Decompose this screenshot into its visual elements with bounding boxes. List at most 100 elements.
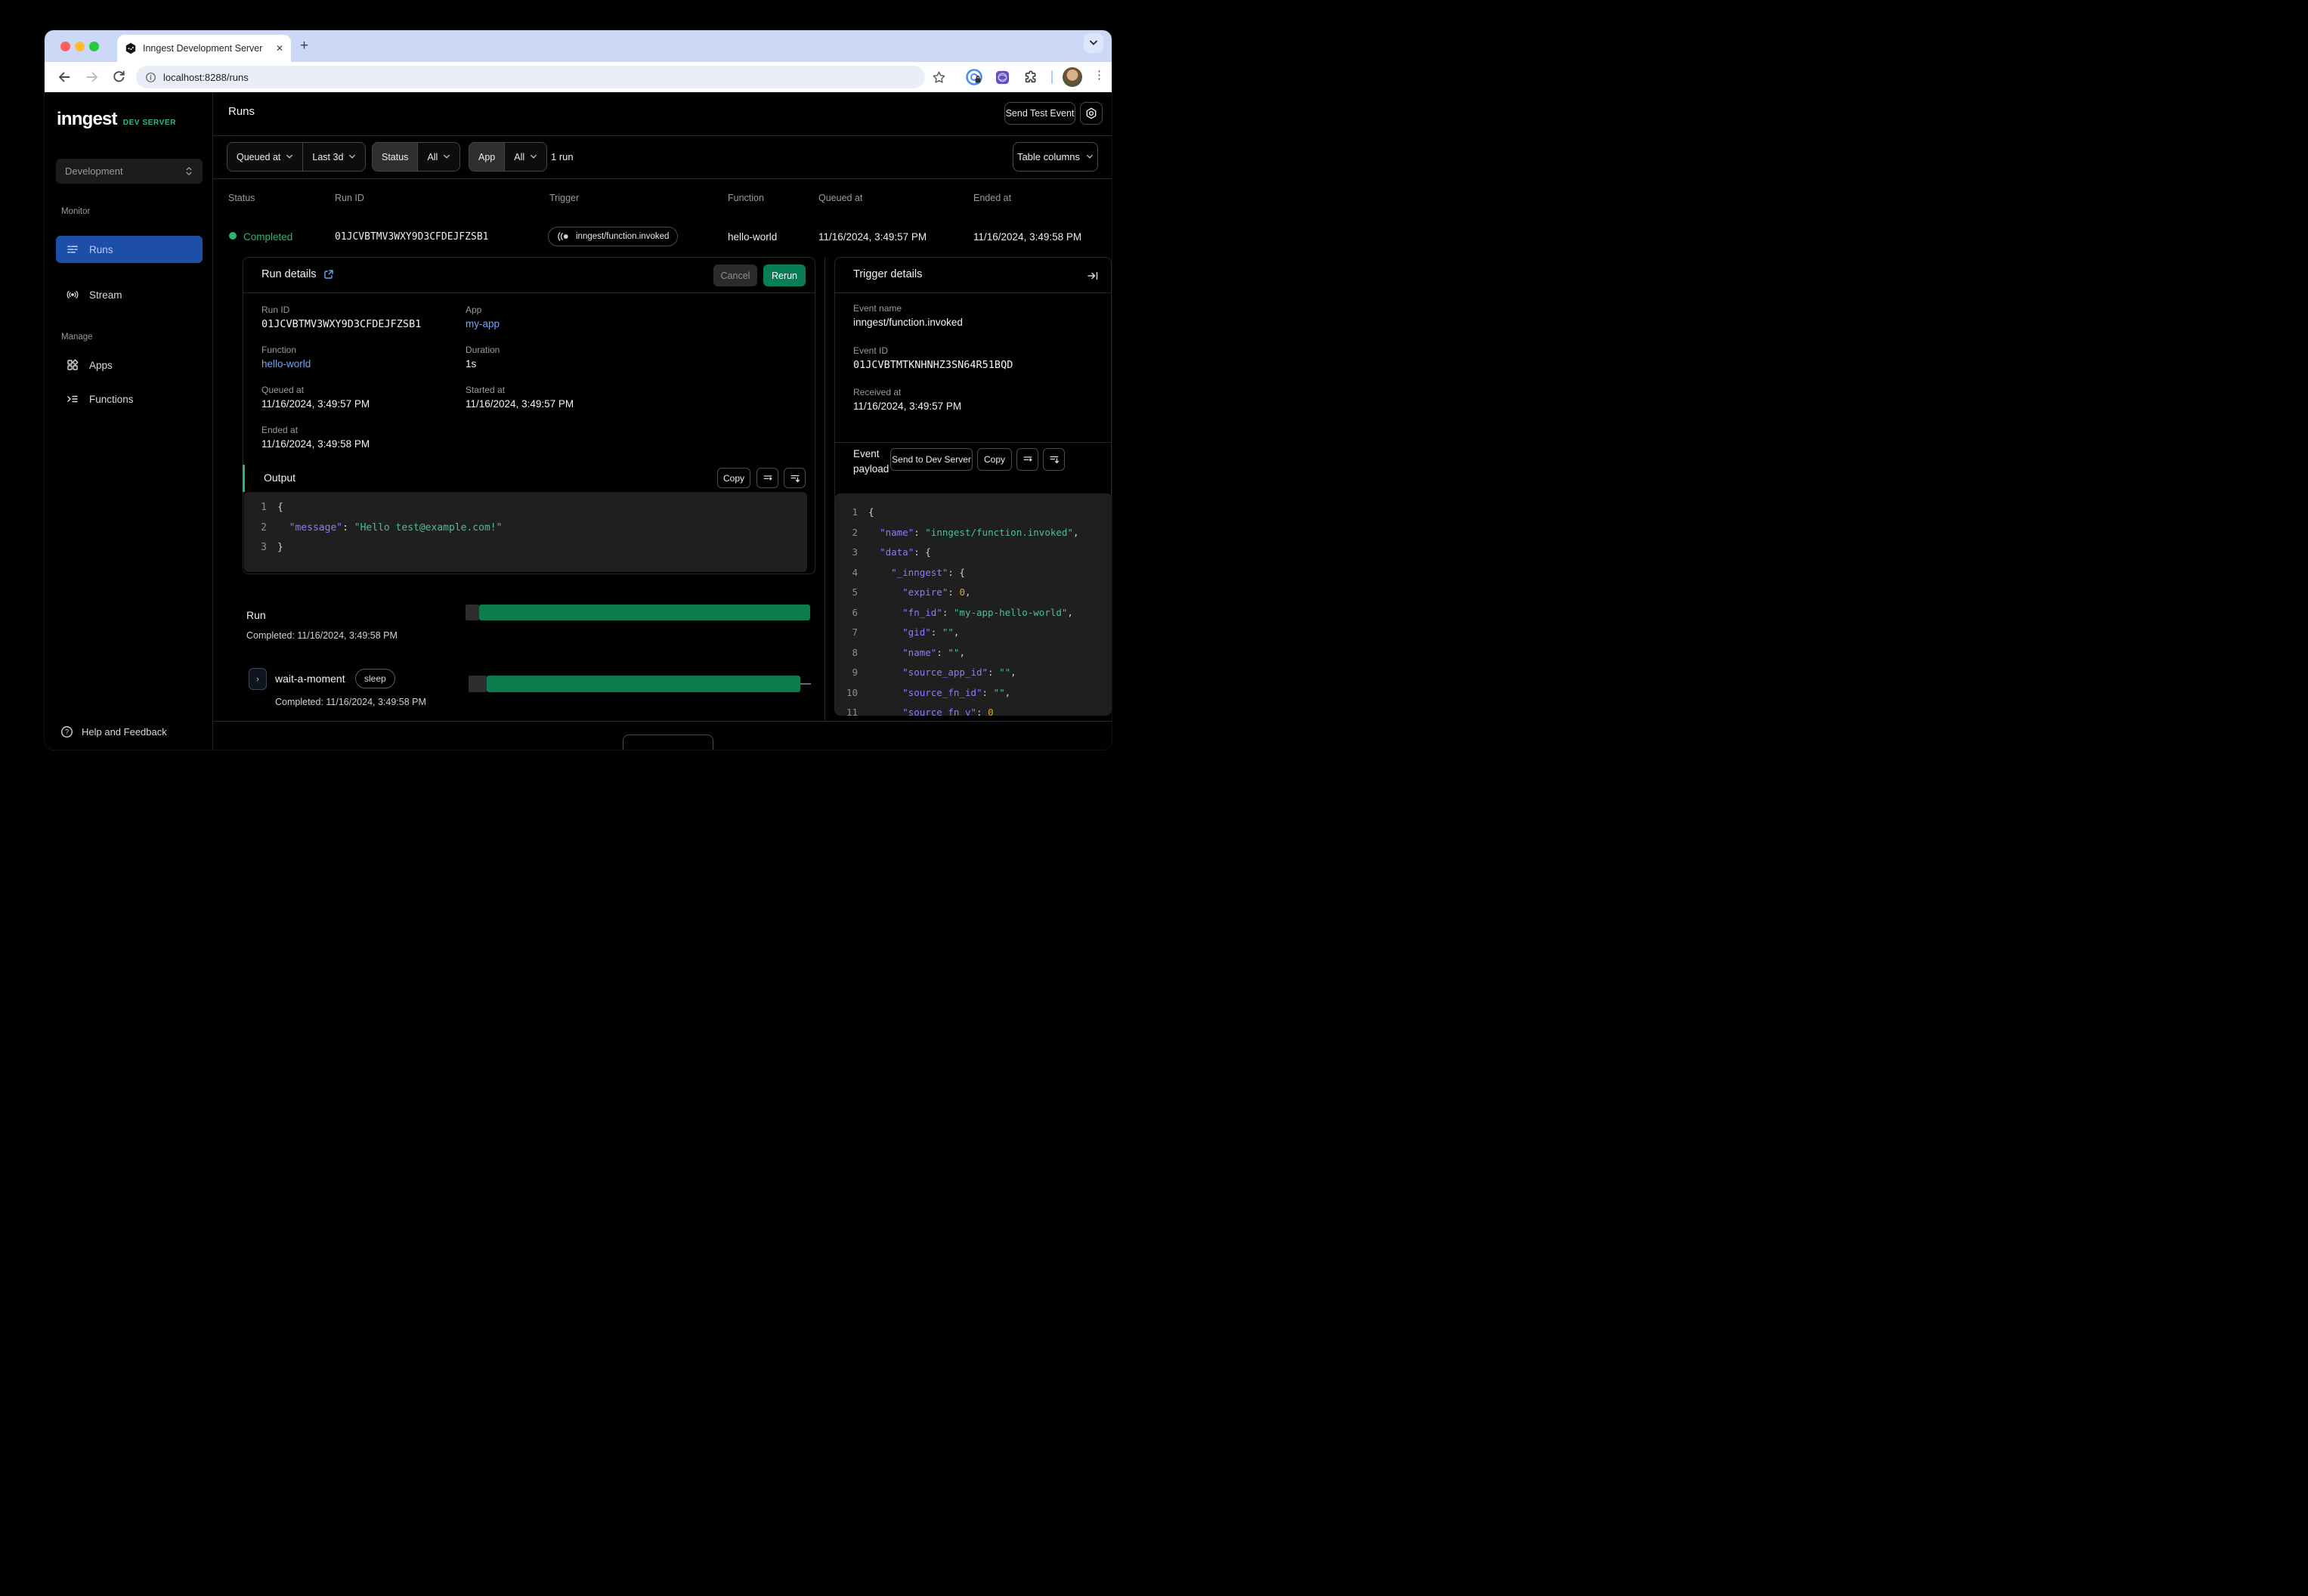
run-details-card: Run details Cancel Rerun Run ID 01JCVBTM… bbox=[243, 257, 815, 574]
word-wrap-icon bbox=[763, 475, 772, 481]
function-link[interactable]: hello-world bbox=[261, 358, 311, 370]
payload-word-wrap-button[interactable] bbox=[1016, 448, 1038, 471]
external-link-icon[interactable] bbox=[323, 269, 334, 280]
main-content: Runs Send Test Event Queued at Last 3d S… bbox=[213, 92, 1112, 750]
new-tab-button[interactable]: + bbox=[300, 37, 308, 55]
toolbar-divider bbox=[1051, 70, 1053, 84]
copy-payload-button[interactable]: Copy bbox=[977, 448, 1012, 471]
tab-search-button[interactable] bbox=[1084, 33, 1103, 53]
status-filter-select[interactable]: All bbox=[417, 143, 460, 171]
app-filter[interactable]: App All bbox=[469, 142, 548, 172]
time-range-select[interactable]: Last 3d bbox=[302, 143, 366, 171]
payload-scroll-bottom-button[interactable] bbox=[1043, 448, 1065, 471]
function-cell: hello-world bbox=[728, 231, 778, 243]
field-label-started-at: Started at bbox=[466, 385, 506, 395]
column-header-queued-at: Queued at bbox=[818, 193, 863, 203]
divider bbox=[213, 721, 1112, 722]
inngest-app: inngest DEV SERVER Development Monitor R… bbox=[45, 92, 1112, 750]
field-label-queued-at: Queued at bbox=[261, 385, 305, 395]
divider bbox=[835, 292, 1111, 293]
field-label-event-name: Event name bbox=[853, 303, 902, 314]
forward-button[interactable] bbox=[85, 70, 100, 85]
time-range-value: Last 3d bbox=[312, 151, 344, 162]
close-window-button[interactable] bbox=[60, 42, 70, 51]
zoom-window-button[interactable] bbox=[89, 42, 99, 51]
sidebar-item-functions[interactable]: Functions bbox=[56, 385, 203, 413]
chevron-down-icon bbox=[444, 154, 450, 159]
output-title: Output bbox=[264, 472, 296, 484]
environment-selector[interactable]: Development bbox=[56, 159, 203, 184]
browser-tab[interactable]: Inngest Development Server ✕ bbox=[117, 35, 291, 62]
copy-output-button[interactable]: Copy bbox=[717, 468, 750, 488]
password-manager-extension-icon[interactable] bbox=[965, 68, 983, 86]
send-to-dev-server-button[interactable]: Send to Dev Server bbox=[890, 448, 973, 471]
field-value-duration: 1s bbox=[466, 358, 477, 370]
field-value-ended-at: 11/16/2024, 3:49:58 PM bbox=[261, 438, 370, 450]
browser-menu-icon[interactable]: ⋮ bbox=[1094, 68, 1105, 82]
sidebar-item-label: Functions bbox=[89, 393, 134, 405]
inngest-favicon-icon bbox=[125, 42, 137, 54]
cancel-button[interactable]: Cancel bbox=[713, 264, 757, 286]
help-icon: ? bbox=[61, 726, 73, 738]
run-count: 1 run bbox=[551, 151, 574, 162]
rerun-button[interactable]: Rerun bbox=[763, 264, 806, 286]
column-header-trigger: Trigger bbox=[549, 193, 580, 203]
status-filter[interactable]: Status All bbox=[372, 142, 461, 172]
step-timeline-bar[interactable] bbox=[487, 676, 800, 692]
run-timeline-bar[interactable] bbox=[479, 605, 810, 620]
step-kind-badge: sleep bbox=[355, 669, 395, 688]
app-link[interactable]: my-app bbox=[466, 318, 500, 329]
extensions-puzzle-icon[interactable] bbox=[1022, 68, 1040, 86]
chevron-down-icon bbox=[349, 154, 356, 159]
step-bar-tail bbox=[800, 683, 811, 685]
help-and-feedback[interactable]: ? Help and Feedback bbox=[60, 725, 167, 738]
divider bbox=[835, 442, 1111, 443]
scroll-bottom-icon bbox=[1050, 456, 1059, 464]
runs-icon bbox=[67, 246, 78, 253]
timeline-footer-button[interactable] bbox=[623, 735, 713, 750]
field-label-duration: Duration bbox=[466, 345, 500, 355]
step-expand-button[interactable]: › bbox=[249, 668, 267, 690]
chevron-down-icon bbox=[286, 154, 293, 159]
trigger-event-pill[interactable]: inngest/function.invoked bbox=[548, 227, 679, 246]
timeline-run-label: Run bbox=[246, 609, 266, 621]
browser-extension-icon[interactable] bbox=[993, 68, 1011, 86]
sidebar-item-stream[interactable]: Stream bbox=[56, 281, 203, 308]
send-test-event-button[interactable]: Send Test Event bbox=[1004, 102, 1075, 125]
chevron-down-icon bbox=[1087, 154, 1094, 159]
address-bar[interactable]: localhost:8288/runs bbox=[136, 66, 925, 88]
event-payload-code-block: 1{2 "name": "inngest/function.invoked", 3… bbox=[835, 493, 1112, 716]
field-value-started-at: 11/16/2024, 3:49:57 PM bbox=[466, 398, 574, 410]
field-value-received-at: 11/16/2024, 3:49:57 PM bbox=[853, 401, 962, 412]
browser-toolbar: localhost:8288/runs ⋮ bbox=[45, 62, 1112, 92]
minimize-window-button[interactable] bbox=[75, 42, 85, 51]
sidebar-item-apps[interactable]: Apps bbox=[56, 351, 203, 379]
field-label-event-id: Event ID bbox=[853, 345, 889, 356]
collapse-panel-icon[interactable] bbox=[1087, 270, 1099, 282]
table-columns-button[interactable]: Table columns bbox=[1013, 142, 1098, 172]
back-button[interactable] bbox=[57, 70, 72, 85]
reload-button[interactable] bbox=[112, 70, 127, 85]
time-field-select[interactable]: Queued at bbox=[227, 143, 303, 171]
sidebar: inngest DEV SERVER Development Monitor R… bbox=[45, 92, 213, 750]
profile-avatar[interactable] bbox=[1063, 67, 1082, 87]
site-info-icon[interactable] bbox=[145, 72, 156, 83]
scroll-to-bottom-button[interactable] bbox=[784, 468, 806, 488]
sidebar-item-runs[interactable]: Runs bbox=[56, 236, 203, 263]
run-bar-queue-segment bbox=[466, 605, 479, 620]
settings-gear-button[interactable] bbox=[1080, 102, 1103, 125]
trigger-details-title: Trigger details bbox=[853, 268, 923, 280]
column-header-function: Function bbox=[728, 193, 764, 203]
app-filter-select[interactable]: All bbox=[504, 143, 547, 171]
word-wrap-button[interactable] bbox=[756, 468, 778, 488]
step-name: wait-a-moment bbox=[275, 673, 345, 685]
field-label-received-at: Received at bbox=[853, 387, 902, 397]
time-filter[interactable]: Queued at Last 3d bbox=[227, 142, 367, 172]
bookmark-star-icon[interactable] bbox=[930, 68, 948, 86]
functions-icon bbox=[67, 395, 78, 403]
step-bar-queue-segment bbox=[469, 676, 487, 692]
divider bbox=[213, 178, 1112, 179]
run-id-cell: 01JCVBTMV3WXY9D3CFDEJFZSB1 bbox=[335, 231, 489, 243]
close-tab-icon[interactable]: ✕ bbox=[276, 43, 283, 54]
status-filter-value: All bbox=[427, 151, 438, 162]
